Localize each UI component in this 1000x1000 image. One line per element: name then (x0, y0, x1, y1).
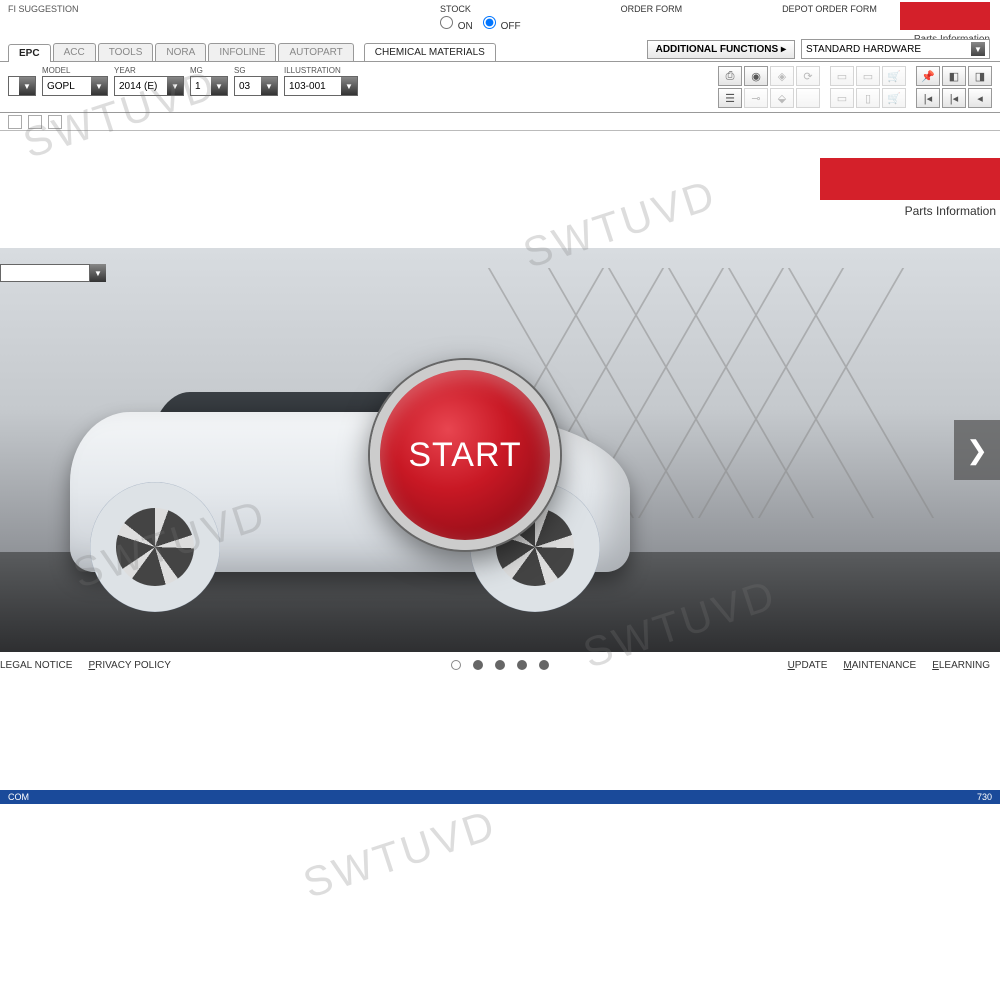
depot-order-form-label: DEPOT ORDER FORM (782, 4, 877, 32)
back-icon[interactable]: |◂ (942, 88, 966, 108)
blank-icon (796, 88, 820, 108)
carousel-next-button[interactable]: ❯ (954, 420, 1000, 480)
chevron-down-icon: ▼ (211, 77, 227, 95)
brand-logo (900, 2, 990, 30)
tab-autopart[interactable]: AUTOPART (278, 43, 353, 61)
stock-label: STOCK (440, 4, 521, 14)
chevron-down-icon: ▼ (341, 77, 357, 95)
sg-label: SG (234, 66, 278, 75)
tab-epc[interactable]: EPC (8, 44, 51, 62)
mini-box (28, 115, 42, 129)
year-select[interactable]: ▼ (114, 76, 184, 96)
tag-icon[interactable]: ◈ (770, 66, 794, 86)
depot-icon[interactable]: ▭ (856, 66, 880, 86)
chevron-down-icon: ▼ (971, 42, 985, 56)
update-link[interactable]: UPDATE (788, 660, 828, 671)
reload-icon[interactable]: ⟳ (796, 66, 820, 86)
mg-label: MG (190, 66, 228, 75)
start-button[interactable]: START (370, 360, 560, 550)
order-form-label: ORDER FORM (621, 4, 683, 32)
print-icon[interactable]: ⎙ (718, 66, 742, 86)
cart-icon[interactable]: 🛒 (882, 66, 906, 86)
tab-nora[interactable]: NORA (155, 43, 206, 61)
prefix-select[interactable]: ▼ (8, 76, 36, 96)
chevron-down-icon: ▼ (90, 264, 106, 282)
tab-chemical[interactable]: CHEMICAL MATERIALS (364, 43, 496, 61)
cart2-icon[interactable]: 🛒 (882, 88, 906, 108)
status-right: 730 (977, 792, 992, 802)
play-back-icon[interactable]: ◂ (968, 88, 992, 108)
chevron-down-icon: ▼ (261, 77, 277, 95)
stock-off-radio[interactable]: OFF (483, 16, 521, 32)
chevron-down-icon: ▼ (19, 77, 35, 95)
chevron-down-icon: ▼ (167, 77, 183, 95)
carousel-dot[interactable] (539, 660, 549, 670)
mini-box (8, 115, 22, 129)
model-select[interactable]: ▼ (42, 76, 108, 96)
stock-on-radio[interactable]: ON (440, 16, 473, 32)
mini-box (48, 115, 62, 129)
fi-suggestion-label: FI SUGGESTION (8, 4, 79, 14)
mg-select[interactable]: ▼ (190, 76, 228, 96)
first-icon[interactable]: |◂ (916, 88, 940, 108)
carousel-dot[interactable] (451, 660, 461, 670)
car-graphic (30, 352, 690, 622)
illustration-label: ILLUSTRATION (284, 66, 358, 75)
carousel-dot[interactable] (495, 660, 505, 670)
sg-select[interactable]: ▼ (234, 76, 278, 96)
list-icon[interactable]: ☰ (718, 88, 742, 108)
disc-icon[interactable]: ◉ (744, 66, 768, 86)
splash-subtitle: Parts Information (820, 204, 1000, 218)
splash-logo (820, 158, 1000, 200)
year-label: YEAR (114, 66, 184, 75)
elearning-link[interactable]: ELEARNING (932, 660, 990, 671)
page-next-icon[interactable]: ◨ (968, 66, 992, 86)
model-label: MODEL (42, 66, 108, 75)
monitor-icon[interactable]: ▭ (830, 88, 854, 108)
page-prev-icon[interactable]: ◧ (942, 66, 966, 86)
carousel-dot[interactable] (517, 660, 527, 670)
tab-acc[interactable]: ACC (53, 43, 96, 61)
carousel-dot[interactable] (473, 660, 483, 670)
legal-notice-link[interactable]: LEGAL NOTICE (0, 660, 72, 671)
additional-functions-button[interactable]: ADDITIONAL FUNCTIONS ▸ (647, 40, 795, 59)
vehicle-icon[interactable]: ⬙ (770, 88, 794, 108)
side-select[interactable]: ▼ (0, 264, 106, 282)
key-icon[interactable]: ⊸ (744, 88, 768, 108)
maintenance-link[interactable]: MAINTENANCE (843, 660, 916, 671)
phone-icon[interactable]: ▯ (856, 88, 880, 108)
privacy-policy-link[interactable]: PRIVACY POLICY (88, 660, 170, 671)
status-left: COM (8, 792, 29, 802)
watermark: SWTUVD (297, 800, 502, 907)
elsa-icon[interactable]: ▭ (830, 66, 854, 86)
hardware-select[interactable]: STANDARD HARDWARE▼ (801, 39, 990, 59)
tab-infoline[interactable]: INFOLINE (208, 43, 276, 61)
tab-tools[interactable]: TOOLS (98, 43, 154, 61)
illustration-select[interactable]: ▼ (284, 76, 358, 96)
chevron-down-icon: ▼ (91, 77, 107, 95)
pin-icon[interactable]: 📌 (916, 66, 940, 86)
